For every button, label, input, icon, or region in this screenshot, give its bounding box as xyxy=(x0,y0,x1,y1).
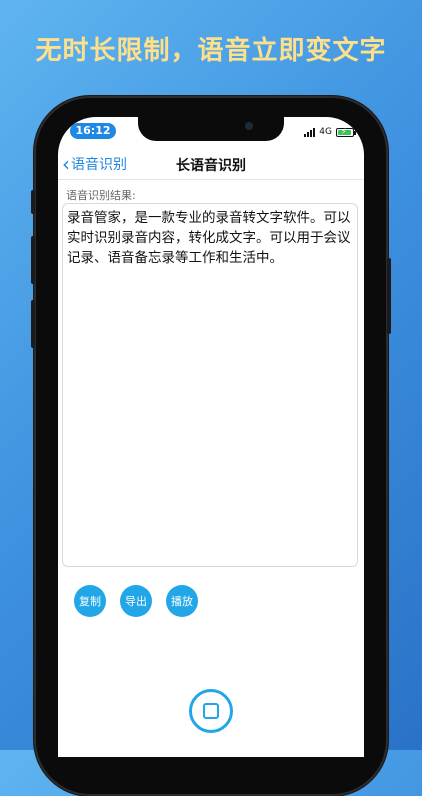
battery-charging-icon: ⚡ xyxy=(336,127,356,137)
phone-power-button xyxy=(387,258,391,334)
signal-icon xyxy=(304,127,316,137)
status-time: 16:12 xyxy=(70,123,116,139)
phone-volume-down xyxy=(31,300,35,348)
phone-volume-up xyxy=(31,236,35,284)
result-textarea[interactable]: 录音管家，是一款专业的录音转文字软件。可以实时识别录音内容，转化成文字。可以用于… xyxy=(62,203,358,567)
navigation-bar: ‹ 语音识别 长语音识别 xyxy=(58,149,364,180)
stop-icon xyxy=(203,703,219,719)
page-title: 长语音识别 xyxy=(176,158,246,174)
copy-button[interactable]: 复制 xyxy=(74,585,106,617)
phone-side-button xyxy=(31,190,35,214)
network-type: 4G xyxy=(319,127,332,137)
action-buttons: 复制 导出 播放 xyxy=(74,585,198,617)
stop-record-button[interactable] xyxy=(189,689,233,733)
export-button[interactable]: 导出 xyxy=(120,585,152,617)
phone-screen: 16:12 4G ⚡ ‹ 语音识别 长语音识别 语音识别结果: 录音管家，是一款… xyxy=(58,117,364,757)
camera-icon xyxy=(245,122,253,130)
status-indicators: 4G ⚡ xyxy=(304,125,356,139)
result-label: 语音识别结果: xyxy=(66,189,136,202)
headline: 无时长限制，语音立即变文字 xyxy=(35,36,387,66)
play-button[interactable]: 播放 xyxy=(166,585,198,617)
notch xyxy=(138,117,284,141)
